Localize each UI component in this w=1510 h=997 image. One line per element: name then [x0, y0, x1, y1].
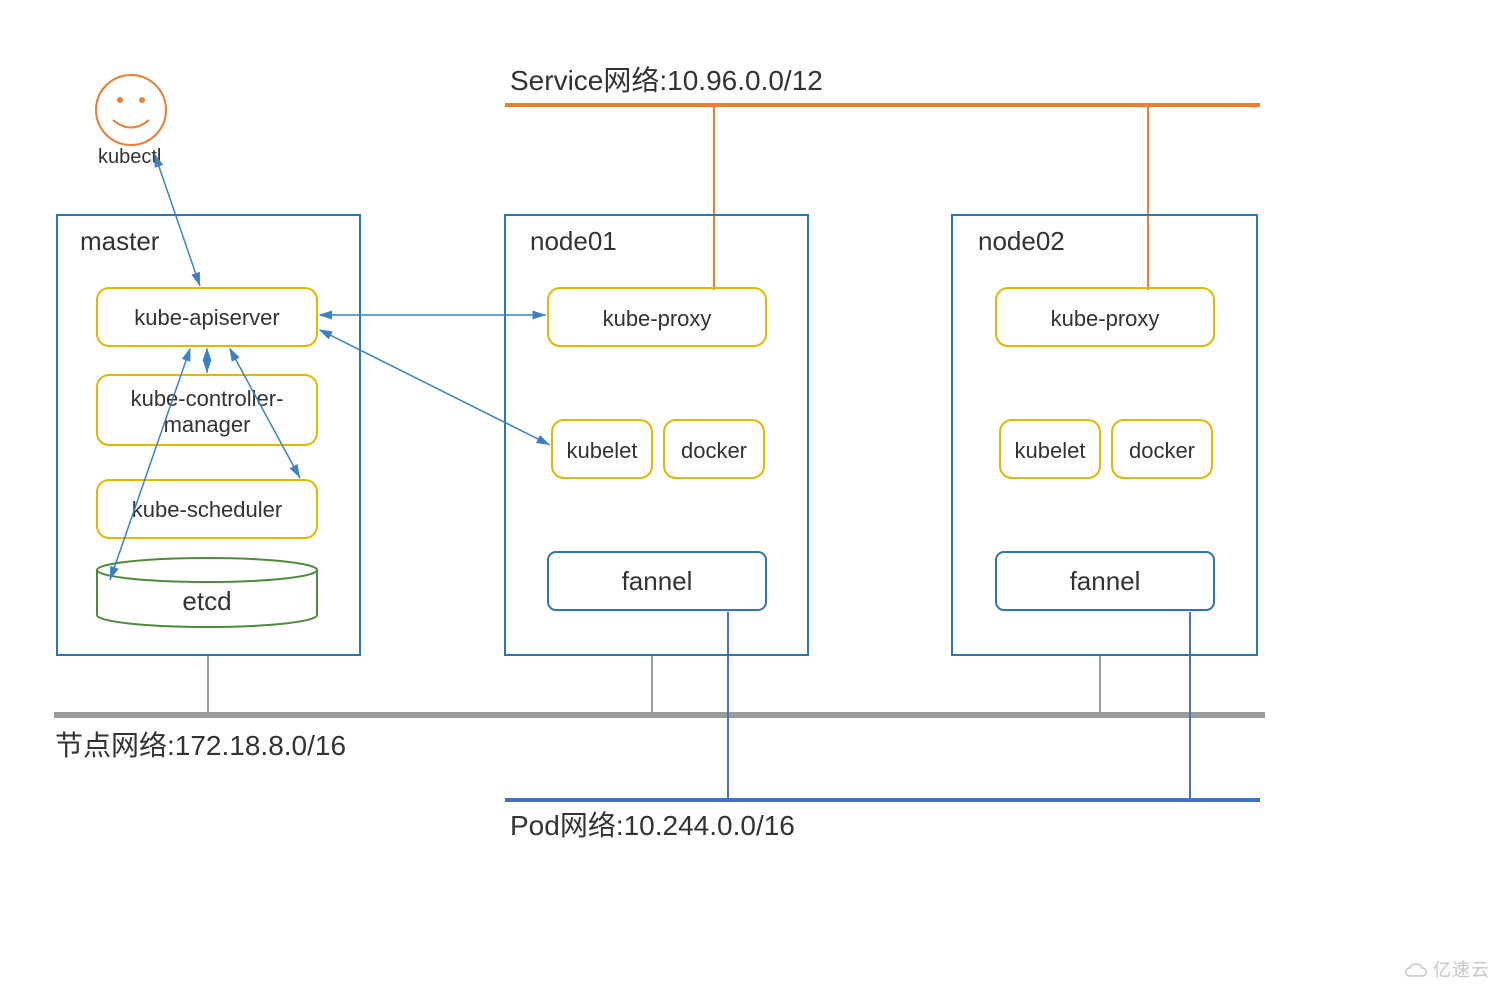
kubectl-label: kubectl	[98, 146, 161, 168]
node01-title: node01	[530, 226, 617, 256]
architecture-diagram: Service网络:10.96.0.0/12 节点网络:172.18.8.0/1…	[0, 0, 1510, 997]
watermark: 亿速云	[1403, 956, 1490, 982]
node01-fannel-label: fannel	[622, 566, 693, 596]
kubectl-icon	[96, 75, 166, 145]
master-title: master	[80, 226, 160, 256]
arrow-kubectl-apiserver	[155, 155, 200, 286]
node01-kube-proxy-label: kube-proxy	[603, 306, 712, 331]
node02-title: node02	[978, 226, 1065, 256]
watermark-text: 亿速云	[1433, 960, 1490, 980]
kube-controller-manager-label-1: kube-controller-	[131, 386, 284, 411]
node01-kubelet-label: kubelet	[567, 438, 638, 463]
node02-kubelet-label: kubelet	[1015, 438, 1086, 463]
node02-docker-label: docker	[1129, 438, 1195, 463]
node02-fannel-label: fannel	[1070, 566, 1141, 596]
node02-kube-proxy-label: kube-proxy	[1051, 306, 1160, 331]
kube-scheduler-label: kube-scheduler	[132, 497, 282, 522]
pod-network-label: Pod网络:10.244.0.0/16	[510, 810, 795, 841]
kube-apiserver-label: kube-apiserver	[134, 305, 280, 330]
arrow-apiserver-etcd	[110, 349, 190, 580]
node-network-label: 节点网络:172.18.8.0/16	[55, 730, 346, 761]
node01-docker-label: docker	[681, 438, 747, 463]
etcd-label: etcd	[182, 586, 231, 616]
kube-controller-manager-label-2: manager	[164, 412, 251, 437]
arrow-apiserver-kubelet	[320, 330, 550, 445]
service-network-label: Service网络:10.96.0.0/12	[510, 65, 823, 96]
